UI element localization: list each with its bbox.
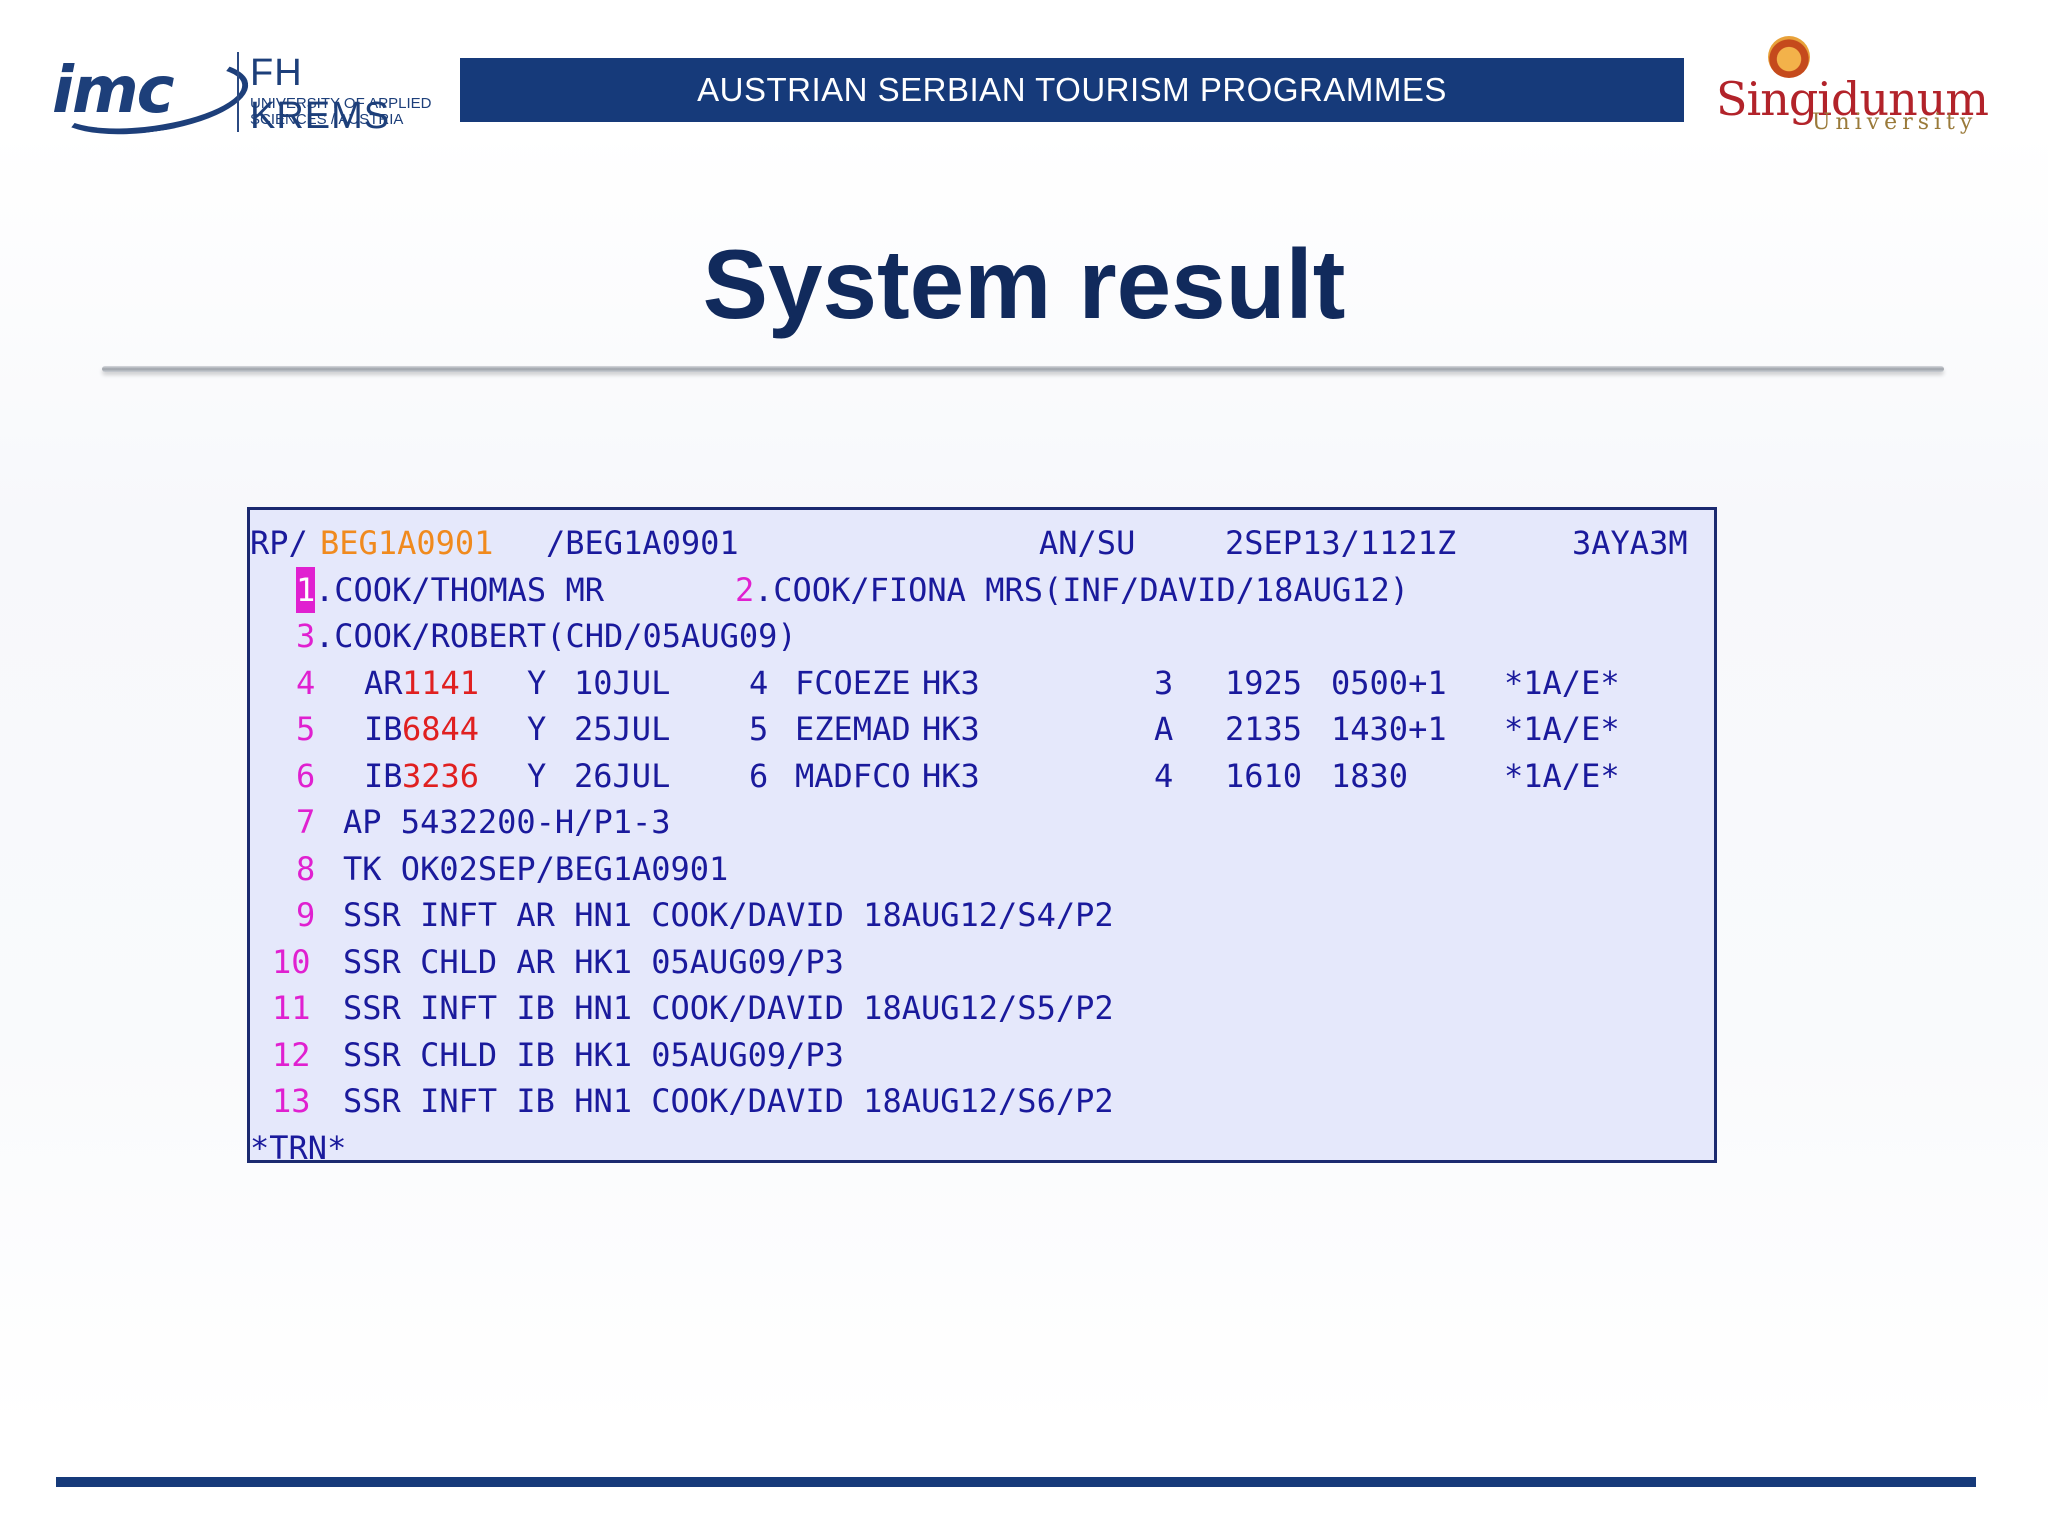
segment-date: 10JUL	[574, 663, 671, 702]
element-num: 11	[272, 989, 311, 1027]
singidunum-university: University	[1812, 110, 1978, 135]
transmit-marker: *TRN*	[250, 1128, 347, 1167]
pnr-record-locator: 3AYA3M	[1572, 524, 1688, 562]
pnr-element-line: 9 SSR INFT AR HN1 COOK/DAVID 18AUG12/S4/P…	[250, 892, 1714, 939]
element-num: 10	[272, 942, 311, 981]
passenger-name-1: .COOK/THOMAS MR	[315, 570, 604, 609]
element-text: SSR INFT AR HN1 COOK/DAVID 18AUG12/S4/P2	[343, 896, 1114, 934]
segment-flight: 3236	[402, 756, 480, 795]
element-num: 8	[296, 849, 316, 888]
segment-day: 4	[749, 663, 769, 702]
pnr-element-line: 11 SSR INFT IB HN1 COOK/DAVID 18AUG12/S5/…	[250, 985, 1714, 1032]
element-num: 9	[296, 896, 316, 934]
segment-class: Y	[527, 663, 547, 702]
passenger-num-2: 2	[735, 570, 755, 609]
element-num: 7	[296, 803, 316, 841]
pnr-element-line: 13 SSR INFT IB HN1 COOK/DAVID 18AUG12/S6/…	[250, 1078, 1714, 1125]
segment-dep: 1925	[1225, 663, 1303, 702]
footer-rule	[56, 1477, 1976, 1487]
pnr-header-line: RP/BEG1A0901/BEG1A0901 AN/SU 2SEP13/1121…	[250, 520, 1714, 567]
passenger-num-3: 3	[296, 617, 316, 655]
segment-line: 4 AR 1141 Y 10JUL 4 FCOEZE HK3 3 1925 050…	[250, 660, 1714, 707]
segment-terminal: A	[1154, 710, 1174, 748]
pnr-element-line: 10 SSR CHLD AR HK1 05AUG09/P3	[250, 939, 1714, 986]
passenger-name-3: .COOK/ROBERT(CHD/05AUG09)	[315, 617, 797, 655]
segment-status: HK3	[922, 710, 980, 748]
pnr-rp-prefix: RP/	[250, 524, 308, 562]
segment-route: FCOEZE	[795, 663, 911, 702]
element-num: 12	[272, 1035, 311, 1074]
segment-airline: AR	[364, 663, 403, 702]
segment-arr: 0500+1	[1331, 663, 1447, 702]
segment-flight: 6844	[402, 710, 480, 748]
pnr-element-line: 8 TK OK02SEP/BEG1A0901	[250, 846, 1714, 893]
pnr-office-id: BEG1A0901	[320, 524, 494, 562]
segment-airline: IB	[364, 710, 403, 748]
segment-date: 25JUL	[574, 710, 671, 748]
element-text: SSR CHLD IB HK1 05AUG09/P3	[343, 1035, 844, 1074]
fh-krems-subtitle: UNIVERSITY OF APPLIED SCIENCES / AUSTRIA	[250, 95, 432, 128]
page-title: System result	[702, 229, 1346, 339]
programme-banner-text: AUSTRIAN SERBIAN TOURISM PROGRAMMES	[697, 71, 1447, 108]
pnr-names-line-1: 1 .COOK/THOMAS MR 2 .COOK/FIONA MRS(INF/DA…	[250, 566, 1714, 613]
passenger-name-2: .COOK/FIONA MRS(INF/DAVID/18AUG12)	[754, 570, 1410, 609]
segment-line: 5 IB 6844 Y 25JUL 5 EZEMAD HK3 A 2135 143…	[250, 706, 1714, 753]
segment-status: HK3	[922, 756, 980, 795]
segment-status: HK3	[922, 663, 980, 702]
segment-tag: *1A/E*	[1504, 710, 1620, 748]
imc-logo-text: imc	[52, 54, 175, 128]
amadeus-pnr-display: RP/BEG1A0901/BEG1A0901 AN/SU 2SEP13/1121…	[247, 507, 1717, 1167]
pnr-transmit-line: *TRN*	[250, 1125, 1714, 1172]
segment-class: Y	[527, 710, 547, 748]
element-text: SSR INFT IB HN1 COOK/DAVID 18AUG12/S5/P2	[343, 989, 1114, 1027]
segment-arr: 1430+1	[1331, 710, 1447, 748]
segment-airline: IB	[364, 756, 403, 795]
segment-num: 5	[296, 710, 316, 748]
segment-route: MADFCO	[795, 756, 911, 795]
segment-day: 6	[749, 756, 769, 795]
pnr-date-time: 2SEP13/1121Z	[1225, 524, 1457, 562]
element-num: 13	[272, 1082, 311, 1120]
pnr-element-line: 7 AP 5432200-H/P1-3	[250, 799, 1714, 846]
segment-flight: 1141	[402, 663, 480, 702]
segment-line: 6 IB 3236 Y 26JUL 6 MADFCO HK3 4 1610 183…	[250, 753, 1714, 800]
pnr-agent-sign: AN/SU	[1039, 524, 1136, 562]
element-text: SSR CHLD AR HK1 05AUG09/P3	[343, 942, 844, 981]
segment-terminal: 4	[1154, 756, 1174, 795]
singidunum-logo: Singidunum University	[1712, 36, 1989, 146]
imc-fh-krems-logo: imc FH KREMS UNIVERSITY OF APPLIED SCIEN…	[48, 48, 442, 146]
segment-dep: 2135	[1225, 710, 1303, 748]
segment-num: 6	[296, 756, 316, 795]
pnr-office-rest: /BEG1A0901	[546, 524, 739, 562]
pnr-element-line: 12 SSR CHLD IB HK1 05AUG09/P3	[250, 1032, 1714, 1079]
title-divider	[102, 366, 1944, 372]
terminal-cursor-name-1: 1	[296, 566, 316, 613]
segment-terminal: 3	[1154, 663, 1174, 702]
segment-num: 4	[296, 663, 316, 702]
element-text: TK OK02SEP/BEG1A0901	[343, 849, 729, 888]
programme-banner: AUSTRIAN SERBIAN TOURISM PROGRAMMES	[460, 58, 1684, 122]
segment-day: 5	[749, 710, 769, 748]
element-text: SSR INFT IB HN1 COOK/DAVID 18AUG12/S6/P2	[343, 1082, 1114, 1120]
logo-divider	[237, 52, 239, 132]
element-text: AP 5432200-H/P1-3	[343, 803, 671, 841]
pnr-names-line-2: 3 .COOK/ROBERT(CHD/05AUG09)	[250, 613, 1714, 660]
segment-date: 26JUL	[574, 756, 671, 795]
segment-tag: *1A/E*	[1504, 756, 1620, 795]
segment-class: Y	[527, 756, 547, 795]
segment-dep: 1610	[1225, 756, 1303, 795]
segment-arr: 1830	[1331, 756, 1409, 795]
segment-route: EZEMAD	[795, 710, 911, 748]
segment-tag: *1A/E*	[1504, 663, 1620, 702]
